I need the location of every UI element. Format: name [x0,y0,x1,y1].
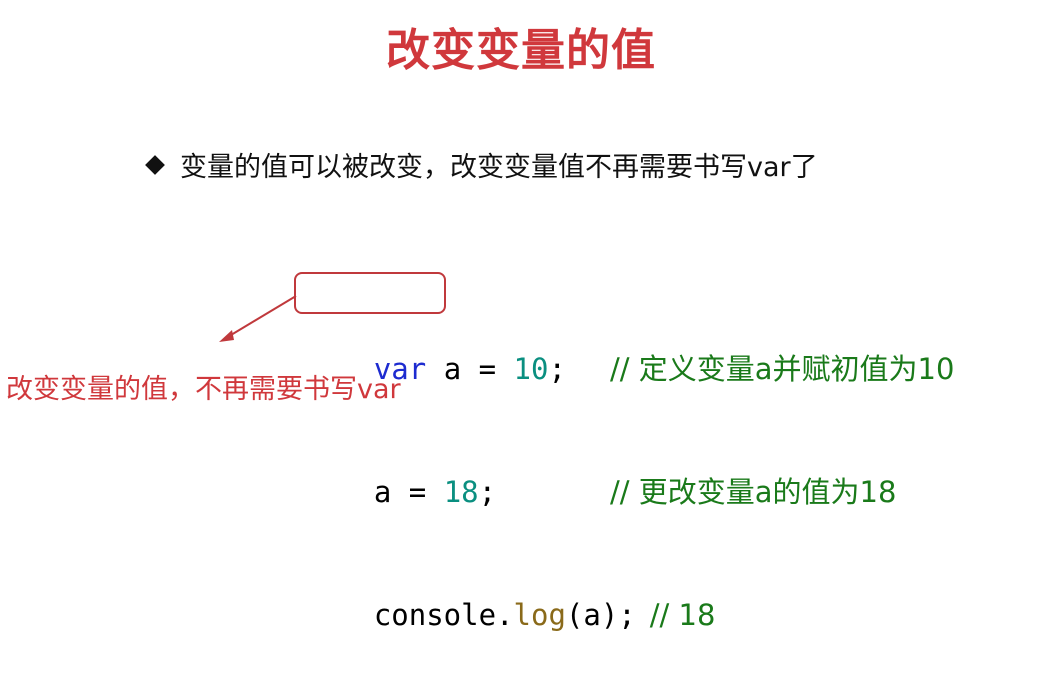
code-comment: // 18 [649,598,716,632]
code-args: (a); [565,598,636,632]
arrow-line [225,295,297,339]
code-object: console. [373,598,514,632]
number-literal: 18 [443,475,479,509]
function-name: log [513,598,566,632]
code-comment: // 更改变量a的值为18 [610,475,897,509]
semicolon: ; [478,475,497,509]
code-text: a = [373,475,444,509]
arrow-head-icon [219,330,234,342]
code-line-3: console.log(a); // 18 [304,554,716,632]
code-line-2: a = 18; // 更改变量a的值为18 [304,431,897,509]
annotation-text: 改变变量的值，不再需要书写var [6,374,401,405]
